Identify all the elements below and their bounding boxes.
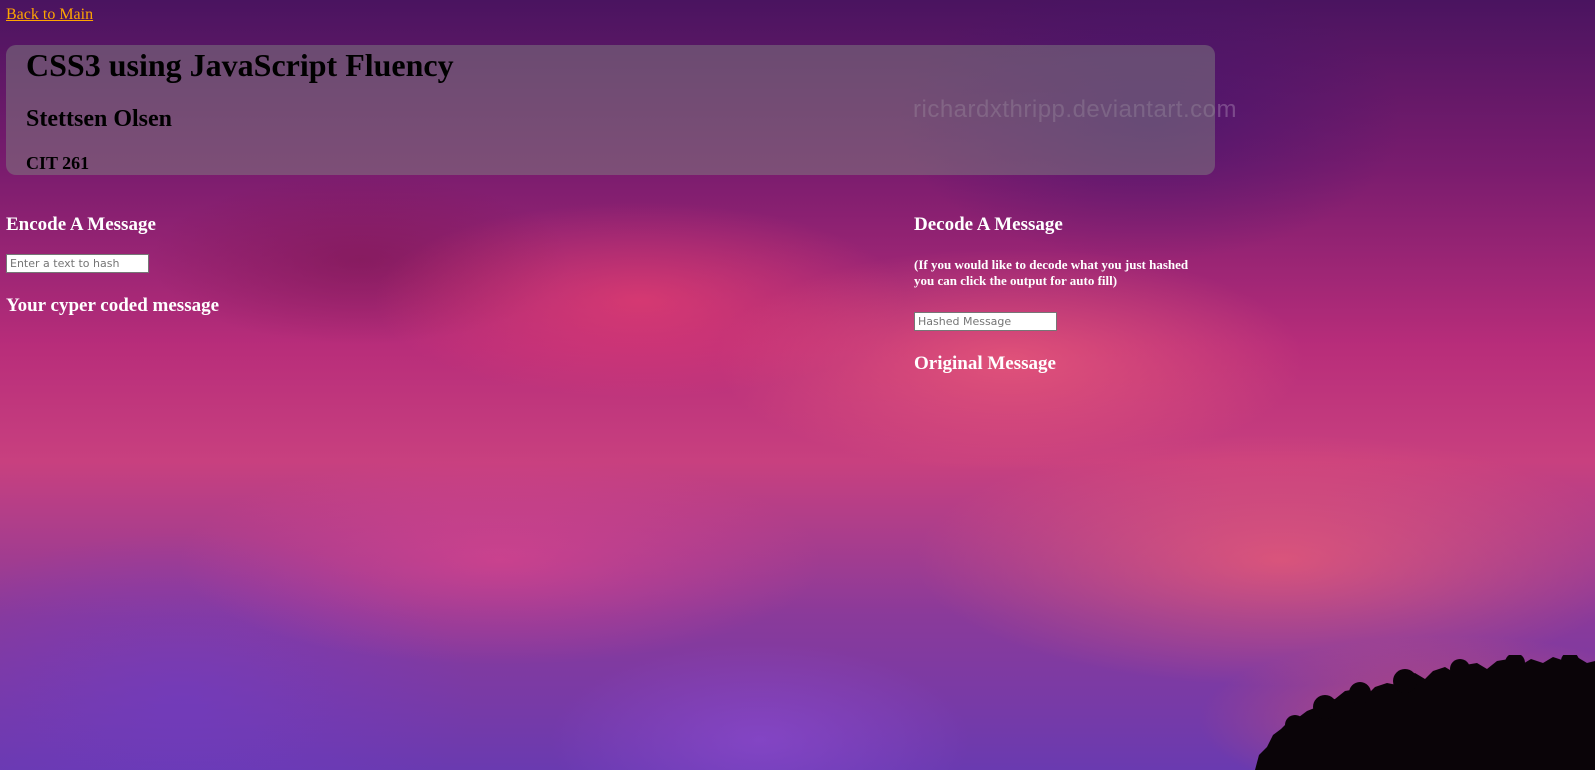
page-title: CSS3 using JavaScript Fluency	[26, 47, 454, 83]
back-to-main-link[interactable]: Back to Main	[6, 6, 93, 24]
encode-input[interactable]	[6, 254, 149, 273]
decode-instructions: (If you would like to decode what you ju…	[914, 257, 1189, 288]
encode-heading: Encode A Message	[6, 214, 156, 235]
decode-input[interactable]	[914, 312, 1057, 331]
original-message-heading: Original Message	[914, 353, 1056, 374]
course-code: CIT 261	[26, 153, 90, 173]
decode-heading: Decode A Message	[914, 214, 1063, 235]
author-name: Stettsen Olsen	[26, 106, 172, 132]
header-panel: CSS3 using JavaScript Fluency Stettsen O…	[6, 45, 1215, 175]
encoded-output-heading: Your cyper coded message	[6, 295, 220, 316]
